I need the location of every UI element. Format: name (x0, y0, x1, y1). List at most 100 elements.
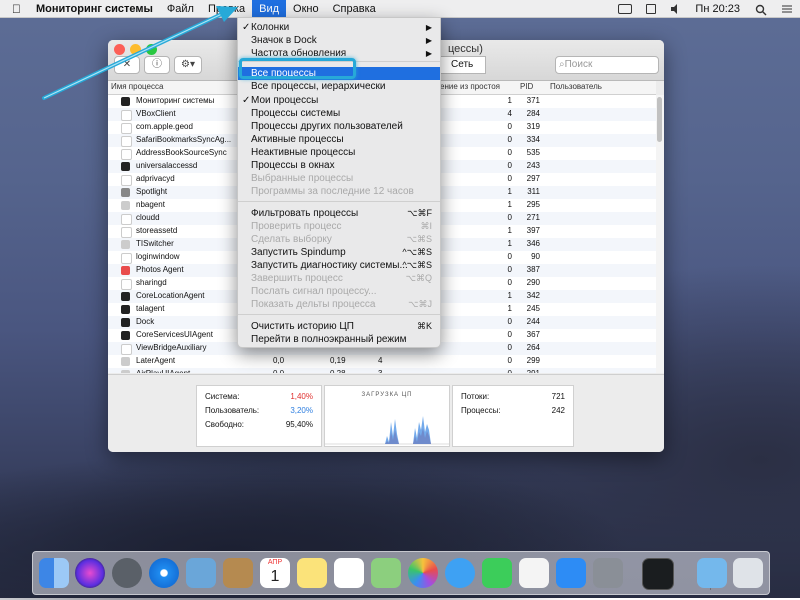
scrollbar-thumb[interactable] (657, 97, 662, 142)
cpu-percent: 0,0 (273, 356, 285, 365)
zoom-button[interactable] (146, 44, 157, 55)
info-icon[interactable]: ⓘ (144, 56, 170, 74)
menu-item[interactable]: Очистить историю ЦП ⌘K (238, 320, 440, 333)
idle-wakeups: 1 (507, 291, 512, 300)
menu-item[interactable]: Процессы в окнах (238, 159, 440, 172)
pid: 535 (526, 148, 540, 157)
free-value: 95,40% (285, 420, 313, 429)
facetime-icon[interactable] (482, 558, 512, 588)
safari-icon[interactable] (149, 558, 179, 588)
downloads-folder-icon[interactable] (697, 558, 727, 588)
finder-icon[interactable] (39, 558, 69, 588)
process-name: cloudd (136, 213, 160, 222)
menu-item-label: Значок в Dock (251, 35, 317, 46)
photos-icon[interactable] (408, 558, 438, 588)
airplay-icon[interactable] (618, 4, 633, 14)
menu-shortcut: ⌥⌘Q (405, 273, 432, 283)
process-icon (121, 149, 132, 160)
threads-panel: Потоки: 721 Процессы: 242 (452, 385, 574, 447)
launchpad-icon[interactable] (112, 558, 142, 588)
scrollbar[interactable] (656, 95, 664, 373)
gear-icon[interactable]: ⚙▾ (174, 56, 202, 74)
process-name: adprivacyd (136, 174, 175, 183)
process-name: AddressBookSourceSync (136, 148, 227, 157)
menu-item-label: Активные процессы (251, 134, 344, 145)
column-pid[interactable]: PID (520, 82, 533, 91)
process-icon (121, 188, 130, 197)
free-label: Свободно: (205, 420, 244, 429)
process-name: Spotlight (136, 187, 168, 196)
table-row[interactable]: LaterAgent 0,0 0,19 4 0 299 (108, 355, 656, 368)
menu-item[interactable]: ✓ Колонки ▶ (238, 21, 440, 34)
input-source-icon[interactable] (646, 4, 657, 14)
idle-wakeups: 0 (507, 343, 512, 352)
reminders-icon[interactable] (334, 558, 364, 588)
menu-item[interactable]: Перейти в полноэкранный режим (238, 333, 440, 346)
user-label: Пользователь: (205, 406, 260, 415)
process-icon (121, 344, 132, 355)
idle-wakeups: 0 (507, 252, 512, 261)
menu-item-label: Очистить историю ЦП (251, 321, 354, 332)
column-process-name[interactable]: Имя процесса (111, 82, 163, 91)
process-name: TISwitcher (136, 239, 174, 248)
process-icon (121, 292, 130, 301)
menu-item[interactable]: Процессы системы (238, 107, 440, 120)
column-user[interactable]: Пользователь (550, 82, 602, 91)
menu-item[interactable]: Запустить диагностику системы... ^⌥⌘S (238, 259, 440, 272)
menu-view[interactable]: Вид (252, 0, 287, 18)
menu-shortcut: ⌘I (420, 221, 432, 231)
process-name: sharingd (136, 278, 167, 287)
calendar-month: АПР (267, 559, 283, 566)
music-icon[interactable] (519, 558, 549, 588)
control-center-icon[interactable] (781, 4, 793, 14)
system-preferences-icon[interactable] (593, 558, 623, 588)
menu-edit[interactable]: Правка (201, 0, 252, 18)
maps-icon[interactable] (371, 558, 401, 588)
idle-wakeups: 1 (507, 187, 512, 196)
activity-monitor-icon[interactable] (642, 558, 674, 590)
menu-window[interactable]: Окно (286, 0, 326, 18)
notes-icon[interactable] (297, 558, 327, 588)
close-process-button[interactable]: ✕ (114, 56, 140, 74)
mail-icon[interactable] (186, 558, 216, 588)
process-name: CoreServicesUIAgent (136, 330, 213, 339)
search-icon[interactable] (755, 4, 767, 16)
menu-item[interactable]: Все процессы, иерархически (238, 80, 440, 93)
trash-icon[interactable] (733, 558, 763, 588)
menu-item[interactable]: Значок в Dock ▶ (238, 34, 440, 47)
menu-item: Проверить процесс ⌘I (238, 220, 440, 233)
pid: 245 (526, 304, 540, 313)
menu-item-label: Сделать выборку (251, 234, 332, 245)
process-name: loginwindow (136, 252, 180, 261)
messages-icon[interactable] (445, 558, 475, 588)
menu-item[interactable]: ✓ Мои процессы (238, 94, 440, 107)
apple-menu-icon[interactable]:  (0, 0, 29, 18)
process-icon (121, 318, 130, 327)
process-name: com.apple.geod (136, 122, 193, 131)
menu-help[interactable]: Справка (326, 0, 383, 18)
close-button[interactable] (114, 44, 125, 55)
menu-item[interactable]: Процессы других пользователей (238, 120, 440, 133)
tab-network[interactable]: Сеть (438, 56, 487, 74)
siri-icon[interactable] (75, 558, 105, 588)
minimize-button[interactable] (130, 44, 141, 55)
menu-separator (238, 314, 440, 315)
calendar-icon[interactable]: АПР 1 (260, 558, 290, 588)
window-title: цессы) (448, 43, 483, 55)
volume-icon[interactable] (670, 4, 680, 14)
menu-item[interactable]: Активные процессы (238, 133, 440, 146)
search-input[interactable]: ⌕Поиск (555, 56, 659, 74)
menu-item[interactable]: Запустить Spindump ^⌥⌘S (238, 246, 440, 259)
threads-value: 721 (551, 392, 565, 401)
app-store-icon[interactable] (556, 558, 586, 588)
contacts-icon[interactable] (223, 558, 253, 588)
menu-app-name[interactable]: Мониторинг системы (29, 0, 160, 18)
menu-file[interactable]: Файл (160, 0, 201, 18)
menu-clock[interactable]: Пн 20:23 (695, 3, 740, 15)
table-row[interactable]: AirPlayUIAgent 0,0 0,28 3 0 291 (108, 368, 656, 373)
pid: 346 (526, 239, 540, 248)
menu-item[interactable]: Неактивные процессы (238, 146, 440, 159)
menu-item[interactable]: Фильтровать процессы ⌥⌘F (238, 207, 440, 220)
idle-wakeups: 0 (507, 265, 512, 274)
idle-wakeups: 0 (507, 148, 512, 157)
